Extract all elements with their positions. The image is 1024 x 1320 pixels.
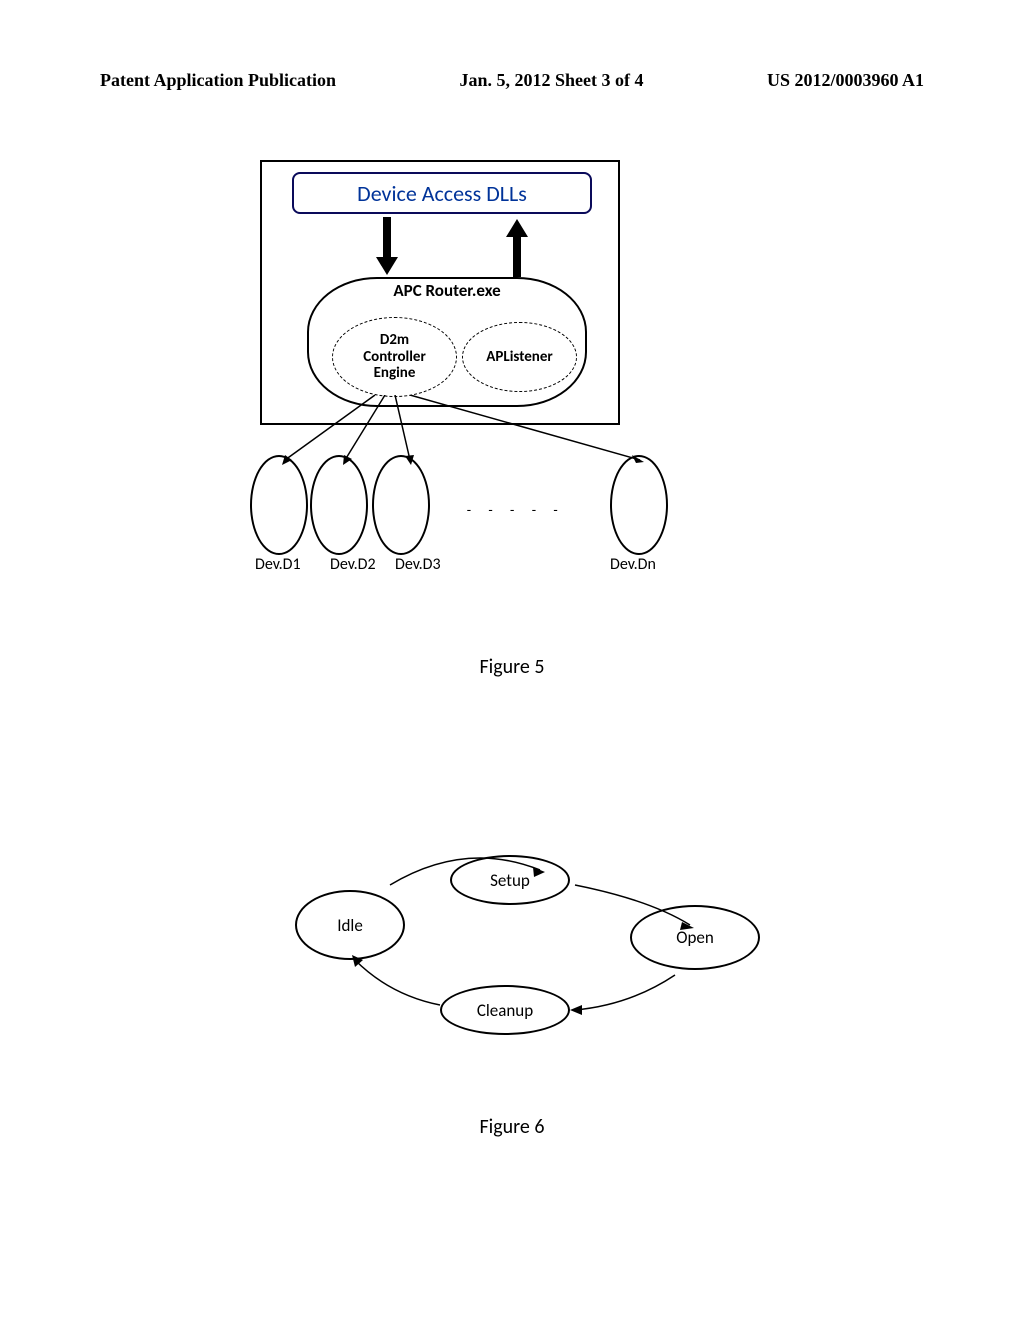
- figure5-outer-box: Device Access DLLs APC Router.exe D2m Co…: [260, 160, 620, 425]
- arrow-down-icon: [372, 217, 402, 277]
- idle-state: Idle: [295, 890, 405, 960]
- figure5-caption: Figure 5: [0, 655, 1024, 679]
- dev-d3-label: Dev.D3: [395, 555, 441, 574]
- arrow-up-icon: [502, 217, 532, 277]
- ellipsis-icon: - - - - -: [465, 503, 562, 518]
- figure6-caption: Figure 6: [0, 1115, 1024, 1139]
- dev-dn-label: Dev.Dn: [610, 555, 656, 574]
- device-d2-ellipse: [310, 455, 368, 555]
- figure6: Idle Setup Open Cleanup: [280, 830, 780, 1080]
- dev-d2-label: Dev.D2: [330, 555, 376, 574]
- device-d1-ellipse: [250, 455, 308, 555]
- setup-state: Setup: [450, 855, 570, 905]
- dev-d1-label: Dev.D1: [255, 555, 301, 574]
- device-dn-ellipse: [610, 455, 668, 555]
- header-right: US 2012/0003960 A1: [767, 70, 924, 91]
- header-left: Patent Application Publication: [100, 70, 336, 91]
- device-d3-ellipse: [372, 455, 430, 555]
- d2m-line1: D2m: [380, 332, 409, 349]
- apc-router-title: APC Router.exe: [312, 280, 582, 301]
- open-state: Open: [630, 905, 760, 970]
- header-center: Jan. 5, 2012 Sheet 3 of 4: [460, 70, 644, 91]
- d2m-controller-circle: D2m Controller Engine: [332, 317, 457, 397]
- aplistener-circle: APListener: [462, 322, 577, 392]
- cleanup-state: Cleanup: [440, 985, 570, 1035]
- d2m-line2: Controller: [363, 349, 426, 366]
- device-access-dlls-box: Device Access DLLs: [292, 172, 592, 214]
- d2m-line3: Engine: [374, 365, 416, 382]
